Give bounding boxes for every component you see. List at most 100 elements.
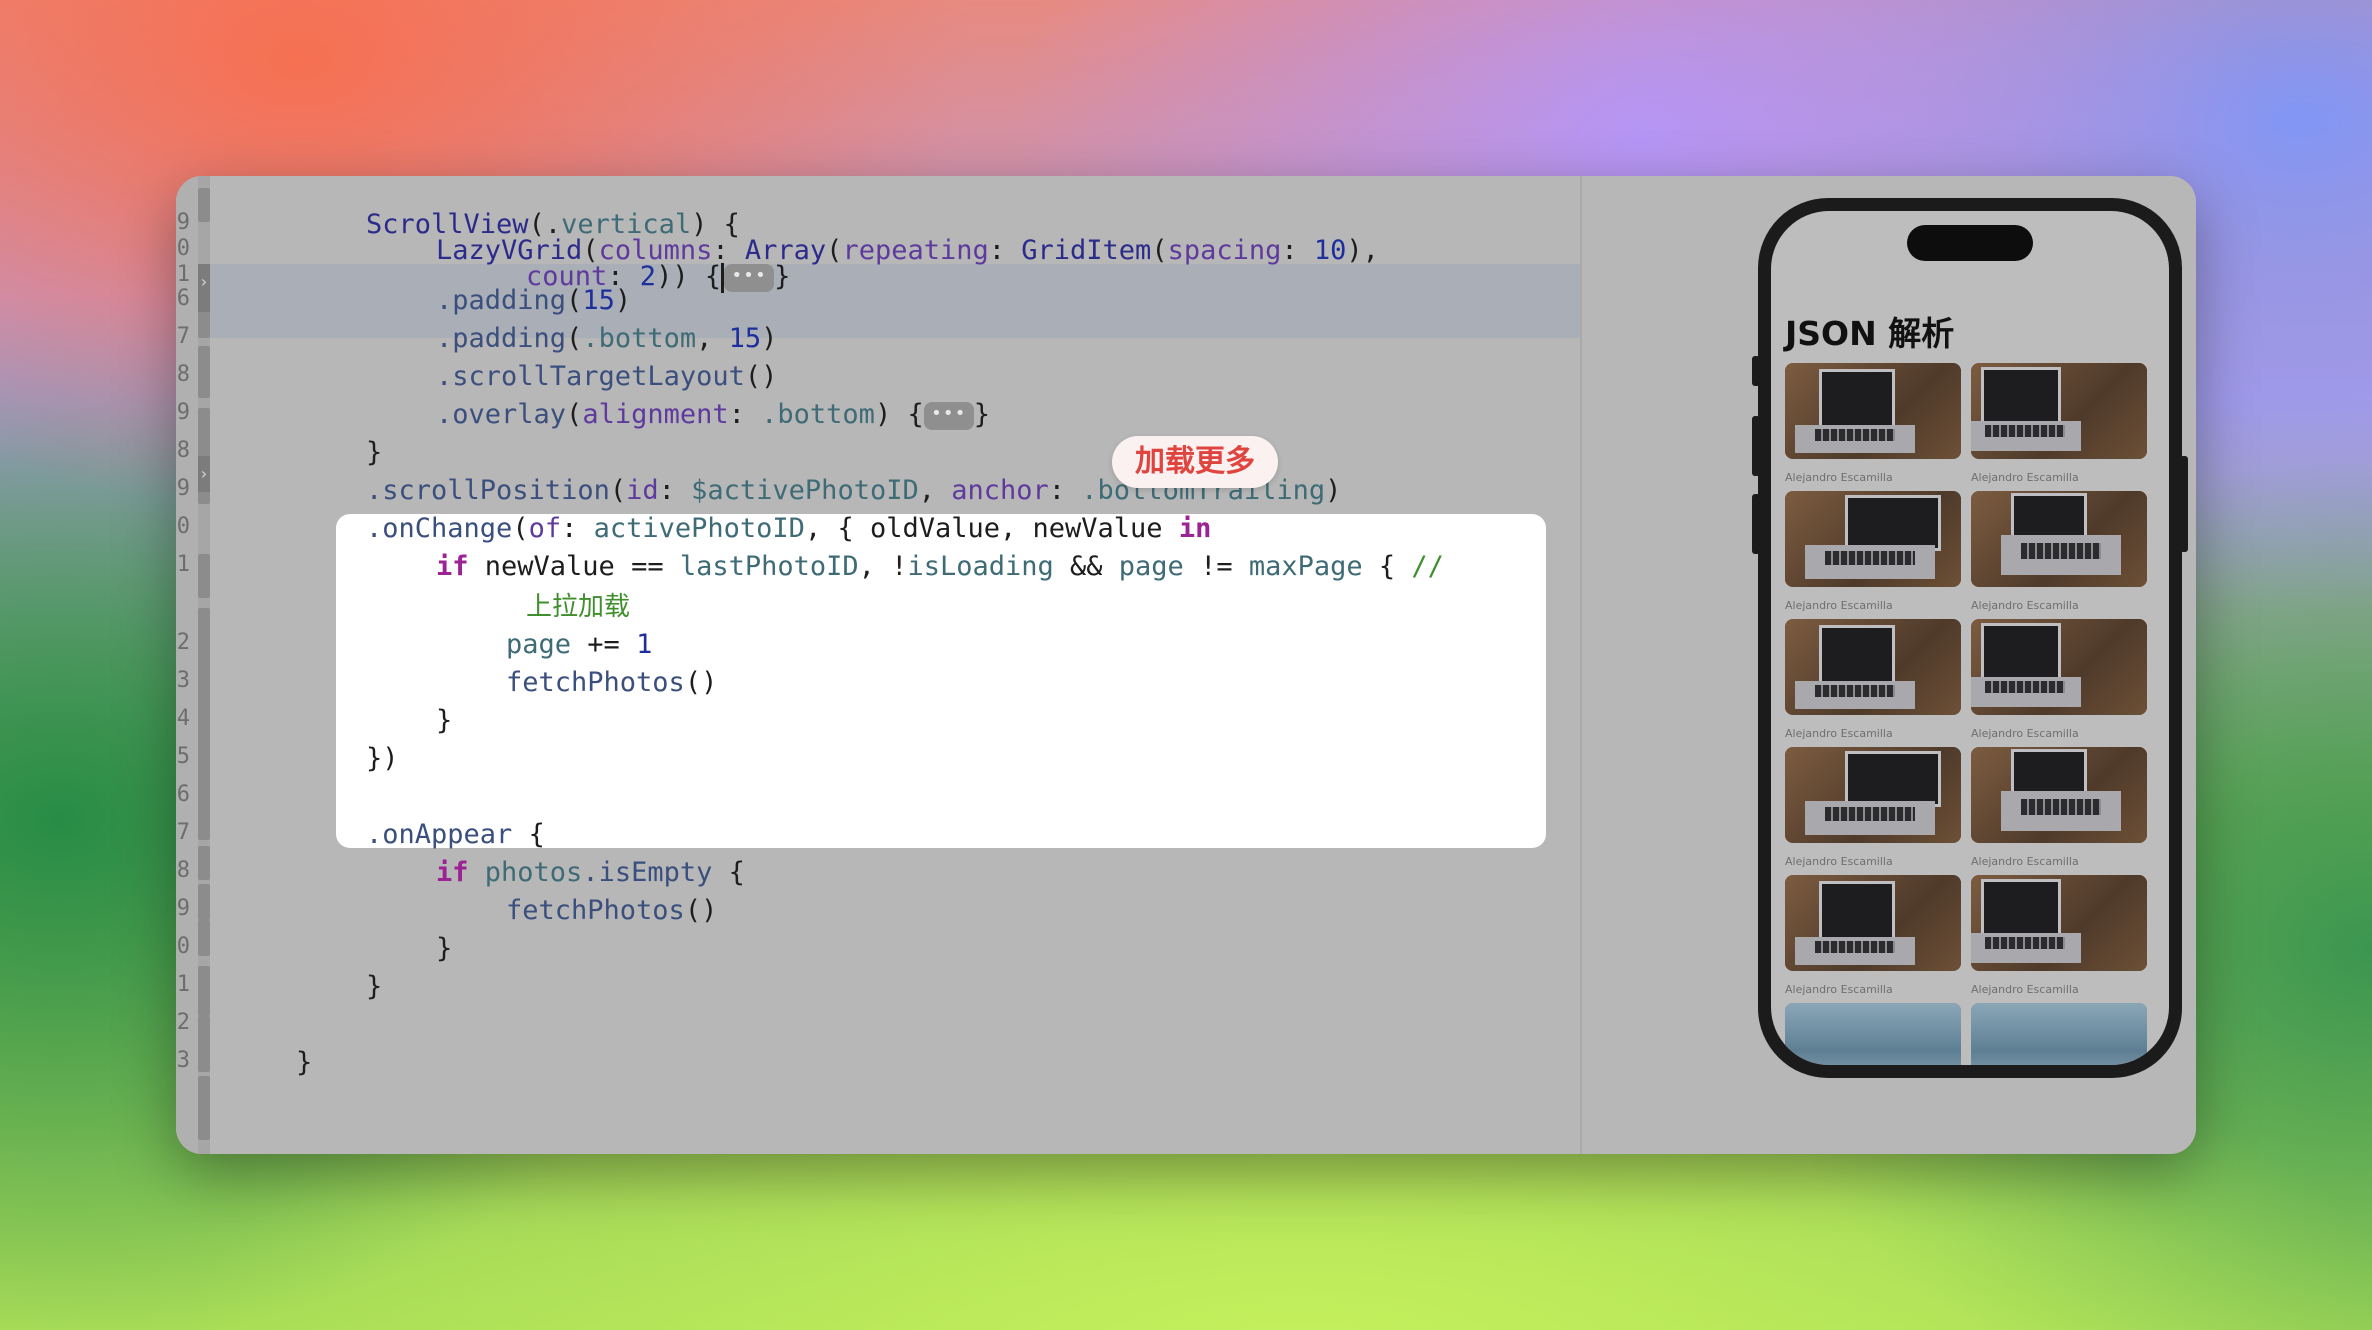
line-number: 9: [176, 476, 190, 501]
code-line: 上拉加载: [526, 588, 630, 626]
code-token: .isEmpty: [582, 857, 713, 888]
load-more-label: 加载更多: [1112, 436, 1278, 488]
line-number: 1: [176, 552, 190, 577]
code-line: }: [436, 702, 452, 740]
code-line: fetchPhotos(): [506, 892, 717, 930]
code-token: isLoading: [907, 551, 1054, 582]
code-token: $activePhotoID: [691, 475, 919, 506]
xcode-window: ScrollView(.vertical) { LazyVGrid(column…: [176, 176, 2196, 1154]
photo-art: [1815, 429, 1895, 441]
code-token: id: [626, 475, 659, 506]
line-number: 9: [176, 896, 190, 921]
line-number: 7: [176, 820, 190, 845]
change-bar: [198, 554, 210, 598]
iphone-screen[interactable]: JSON 解析 Alejandro Escamilla Alejandro Esc…: [1771, 211, 2169, 1065]
code-line: .padding(.bottom, 15): [436, 323, 778, 354]
photo-art: [2021, 799, 2101, 815]
code-token: }: [436, 705, 453, 736]
photo-art: [1825, 807, 1915, 821]
photo-thumbnail: [1785, 1003, 1961, 1065]
photo-thumbnail: [1785, 363, 1961, 459]
change-bar: [198, 966, 210, 1016]
code-token: lastPhotoID: [679, 551, 859, 582]
code-line: .onAppear {: [366, 816, 545, 854]
code-token: page: [506, 629, 572, 660]
photo-art: [1845, 495, 1941, 551]
code-token: }: [296, 1047, 313, 1078]
code-token: ),: [1346, 235, 1379, 266]
photo-art: [1845, 751, 1941, 807]
line-number: 6: [176, 782, 190, 807]
code-token: .onAppear: [366, 819, 513, 850]
code-line: }: [366, 434, 382, 472]
code-line: }: [296, 1044, 312, 1082]
code-token: maxPage: [1248, 551, 1363, 582]
photo-art: [1985, 425, 2065, 437]
photo-thumbnail: [1971, 363, 2147, 459]
code-line: if photos.isEmpty {: [436, 854, 745, 892]
photo-art: [1981, 367, 2061, 425]
code-line: .scrollTargetLayout(): [436, 358, 777, 396]
folded-code-button[interactable]: •••: [923, 401, 974, 430]
line-number: 0: [176, 236, 190, 261]
code-token: !=: [1183, 551, 1249, 582]
code-token: 2: [639, 261, 657, 292]
code-token: page: [1118, 551, 1184, 582]
code-comment: //: [1411, 551, 1444, 582]
line-number: 1: [176, 972, 190, 997]
photo-author-caption: Alejandro Escamilla: [1971, 471, 2079, 484]
fold-ribbon-button[interactable]: ›: [198, 264, 210, 312]
code-token: .bottom: [761, 399, 875, 430]
code-token: 15: [728, 323, 762, 354]
photo-thumbnail: [1785, 747, 1961, 843]
code-token: .scrollPosition: [366, 475, 610, 506]
fold-ribbon-button[interactable]: ›: [198, 456, 210, 492]
code-token: +=: [571, 629, 637, 660]
code-token: if: [436, 857, 469, 888]
photo-author-caption: Alejandro Escamilla: [1971, 727, 2079, 740]
code-editor[interactable]: ScrollView(.vertical) { LazyVGrid(column…: [176, 176, 1580, 1154]
photo-author-caption: Alejandro Escamilla: [1785, 727, 1893, 740]
photo-art: [1815, 941, 1895, 953]
photo-author-caption: Alejandro Escamilla: [1785, 983, 1893, 996]
code-token: alignment: [582, 399, 729, 430]
photo-art: [1985, 681, 2065, 693]
photo-art: [2021, 543, 2101, 559]
code-token: .scrollTargetLayout: [436, 361, 745, 392]
code-line: .padding(15): [436, 285, 632, 316]
line-number: 8: [176, 438, 190, 463]
code-token: fetchPhotos: [506, 895, 685, 926]
line-number: 7: [176, 324, 190, 349]
line-number: 0: [176, 934, 190, 959]
code-line: .onChange(of: activePhotoID, { oldValue,…: [366, 513, 1212, 544]
code-token: .padding: [436, 285, 567, 316]
code-line: if newValue == lastPhotoID, !isLoading &…: [436, 548, 1444, 586]
line-number: 9: [176, 400, 190, 425]
code-token: &&: [1053, 551, 1119, 582]
photo-art: [2011, 493, 2087, 539]
code-token: .overlay: [436, 399, 567, 430]
code-token: activePhotoID: [593, 513, 805, 544]
code-line: }: [436, 930, 452, 968]
photo-thumbnail: [1971, 619, 2147, 715]
code-token: 10: [1313, 235, 1347, 266]
line-number: 8: [176, 362, 190, 387]
photo-art: [1819, 369, 1895, 431]
line-number: 5: [176, 744, 190, 769]
code-line: }: [366, 968, 382, 1006]
photo-author-caption: Alejandro Escamilla: [1785, 855, 1893, 868]
photo-art: [1815, 685, 1895, 697]
change-bar: [198, 408, 210, 458]
code-token: of: [528, 513, 562, 544]
change-bar: [198, 608, 210, 840]
folded-code-button[interactable]: •••: [724, 263, 775, 292]
code-token: anchor: [951, 475, 1049, 506]
photo-art: [1819, 625, 1895, 687]
code-line: page += 1: [506, 626, 652, 664]
page-title: JSON 解析: [1785, 314, 1955, 353]
photo-thumbnail: [1971, 875, 2147, 971]
photo-thumbnail: [1971, 1003, 2147, 1065]
photo-author-caption: Alejandro Escamilla: [1971, 855, 2079, 868]
line-number: 8: [176, 858, 190, 883]
photo-art: [2011, 749, 2087, 795]
